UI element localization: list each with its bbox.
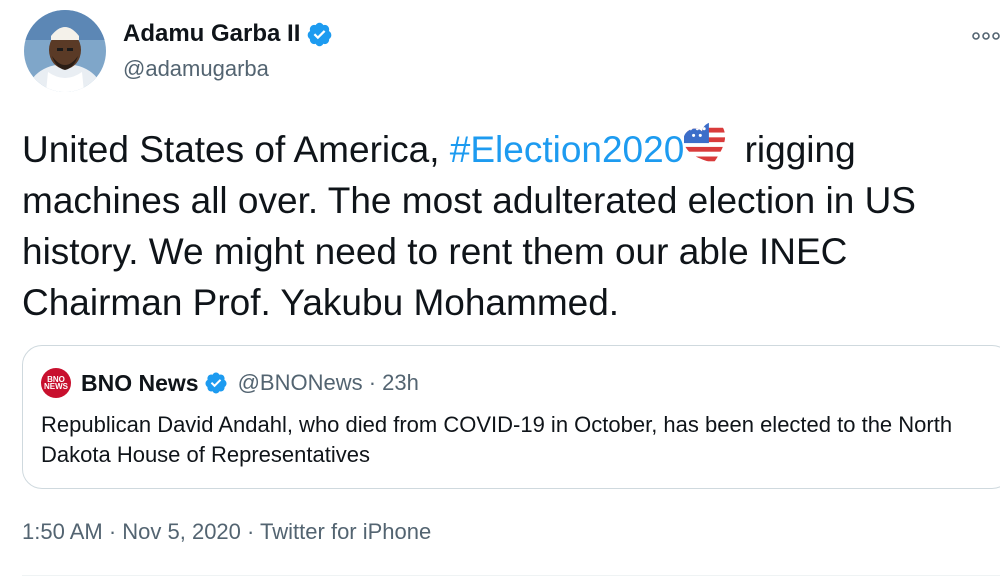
verified-badge-icon — [205, 372, 227, 394]
quoted-author-avatar[interactable]: BNO NEWS — [41, 368, 71, 398]
quoted-tweet[interactable]: BNO NEWS BNO News @BNONews · 23h Republi… — [22, 345, 1000, 489]
author-name-row[interactable]: Adamu Garba II — [123, 20, 333, 48]
quoted-tweet-header: BNO NEWS BNO News @BNONews · 23h — [41, 368, 419, 398]
tweet-text-part-1: United States of America, — [22, 129, 450, 170]
quoted-author-handle-time[interactable]: @BNONews · 23h — [238, 370, 419, 396]
more-options-icon[interactable] — [972, 30, 1000, 42]
us-flag-heart-icon — [684, 122, 731, 168]
hashtag-link[interactable]: #Election2020 — [450, 129, 685, 170]
quoted-tweet-text: Republican David Andahl, who died from C… — [41, 412, 953, 467]
tweet-timestamp-source[interactable]: 1:50 AM · Nov 5, 2020 · Twitter for iPho… — [22, 519, 431, 545]
tweet: Adamu Garba II @adamugarba United States… — [0, 0, 1000, 579]
author-avatar[interactable] — [24, 10, 106, 92]
divider — [22, 575, 1000, 576]
tweet-text: United States of America, #Election2020 … — [22, 122, 992, 328]
verified-badge-icon — [308, 22, 332, 46]
author-name[interactable]: Adamu Garba II — [123, 20, 300, 48]
quoted-author-name[interactable]: BNO News — [81, 370, 199, 397]
author-handle[interactable]: @adamugarba — [123, 56, 269, 82]
